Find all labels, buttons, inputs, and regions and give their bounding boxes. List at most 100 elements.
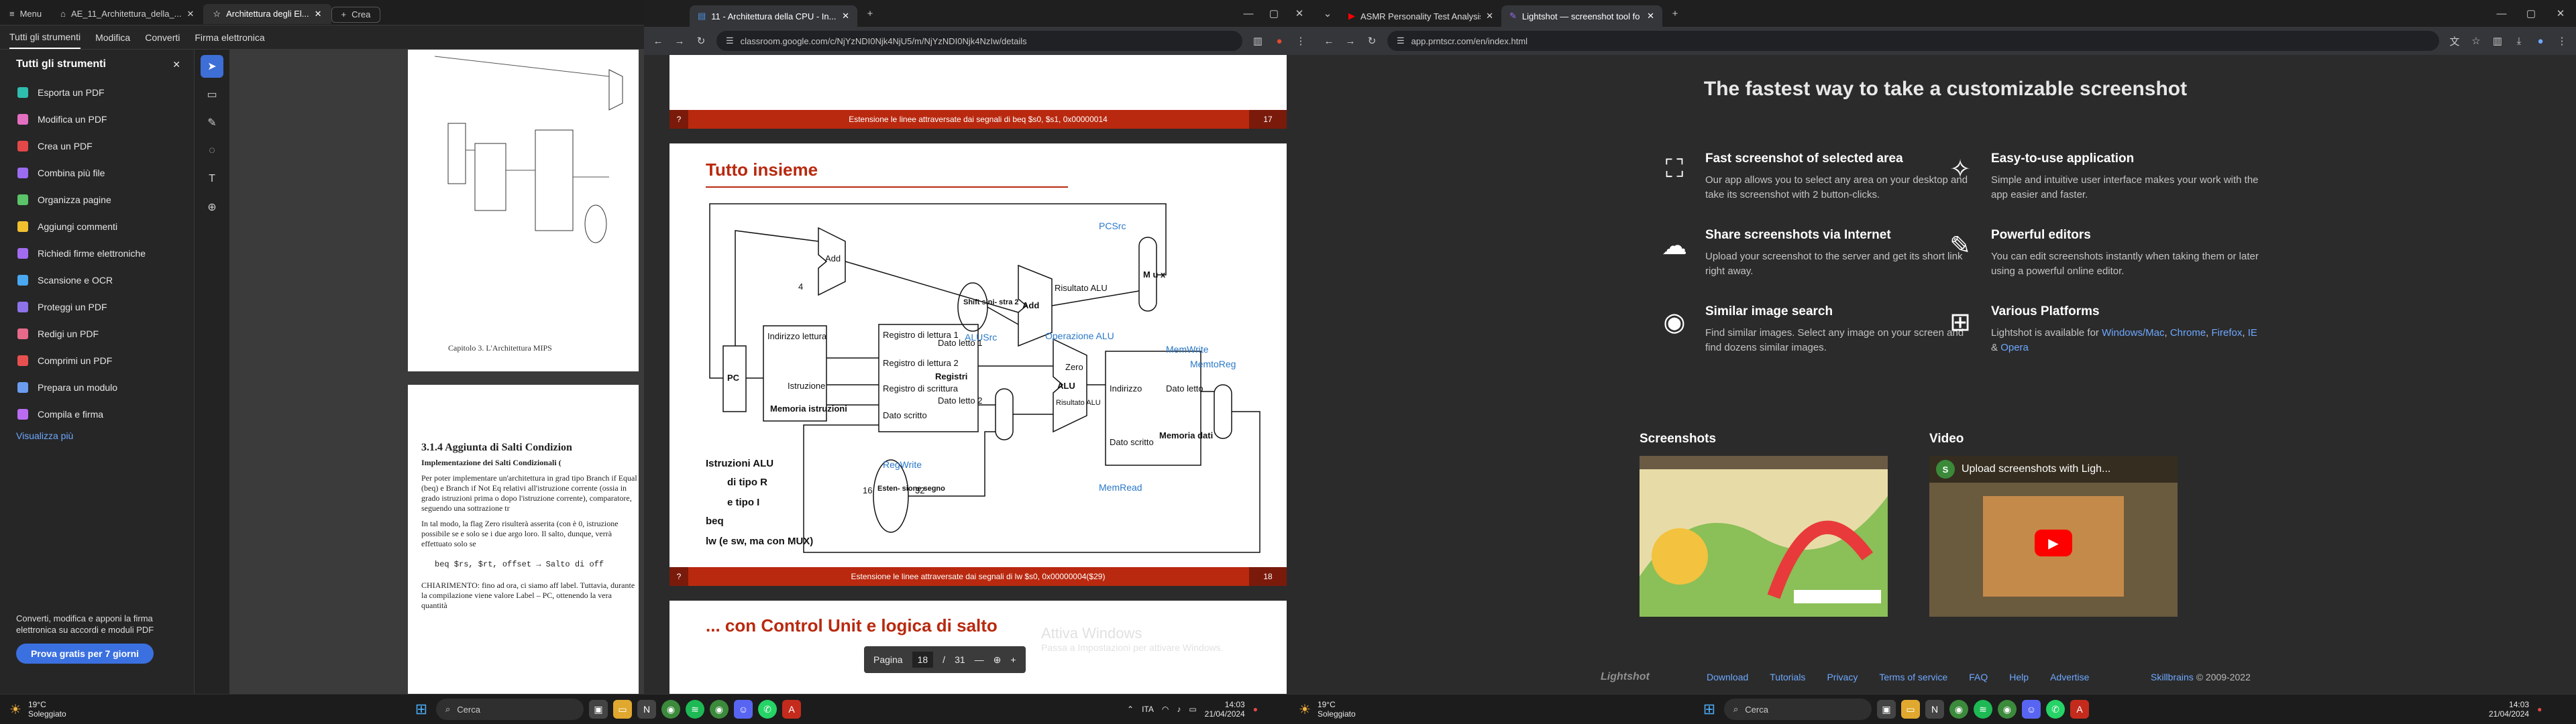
page-input[interactable]: 18 <box>912 652 934 668</box>
notification-icon[interactable]: ● <box>2537 705 2542 714</box>
play-icon[interactable]: ▶ <box>2035 530 2072 556</box>
back-icon[interactable]: ← <box>652 36 664 47</box>
notion-icon[interactable]: N <box>1925 700 1944 719</box>
extensions-icon[interactable]: ▥ <box>2491 35 2504 47</box>
text-tool-icon[interactable]: T <box>201 168 223 190</box>
footer-link[interactable]: FAQ <box>1969 672 1988 682</box>
platform-link[interactable]: IE <box>2248 327 2257 339</box>
weather-widget[interactable]: ☀ 19°C Soleggiato <box>9 700 66 719</box>
maximize-icon[interactable]: ▢ <box>1268 7 1280 19</box>
profile-icon[interactable]: ● <box>2534 36 2546 47</box>
select-tool-icon[interactable]: ➤ <box>201 55 223 78</box>
footer-link[interactable]: Terms of service <box>1879 672 1947 682</box>
wifi-icon[interactable]: ◠ <box>1162 705 1169 714</box>
menu-convert[interactable]: Converti <box>145 32 180 43</box>
sidebar-item[interactable]: Crea un PDF <box>0 133 194 160</box>
tab-classroom[interactable]: ▤ 11 - Architettura della CPU - In... ✕ <box>690 5 857 27</box>
trial-button[interactable]: Prova gratis per 7 giorni <box>16 644 154 664</box>
maximize-icon[interactable]: ▢ <box>2525 7 2537 19</box>
screenshot-thumbnail[interactable] <box>1640 456 1888 617</box>
weather-widget[interactable]: ☀ 19°C Soleggiato <box>1299 700 1356 719</box>
chrome-icon[interactable]: ◉ <box>661 700 680 719</box>
address-bar[interactable]: ☰ app.prntscr.com/en/index.html <box>1387 31 2439 51</box>
sidebar-item[interactable]: Comprimi un PDF <box>0 347 194 374</box>
forward-icon[interactable]: → <box>674 36 686 47</box>
menu-e-sign[interactable]: Firma elettronica <box>195 32 264 43</box>
show-more-link[interactable]: Visualizza più <box>0 428 194 444</box>
platform-link[interactable]: Windows/Mac <box>2102 327 2164 339</box>
tab-document-1[interactable]: ⌂ AE_11_Architettura_della_... ✕ <box>51 4 203 24</box>
close-icon[interactable]: ✕ <box>1486 11 1493 21</box>
battery-icon[interactable]: ▭ <box>1189 705 1196 714</box>
back-icon[interactable]: ← <box>1323 36 1335 47</box>
stamp-icon[interactable]: ⊕ <box>201 196 223 219</box>
zoom-out-icon[interactable]: — <box>975 654 984 665</box>
sidebar-item[interactable]: Richiedi firme elettroniche <box>0 240 194 267</box>
tab-search-icon[interactable]: ⌄ <box>1322 7 1334 19</box>
site-info-icon[interactable]: ☰ <box>726 36 734 46</box>
slides-viewer[interactable]: ? Estensione le linee attraversate dai s… <box>644 55 1315 694</box>
forward-icon[interactable]: → <box>1344 36 1356 47</box>
windows-start-icon[interactable]: ⊞ <box>412 700 431 719</box>
create-button[interactable]: + Crea <box>331 6 381 23</box>
file-explorer-icon[interactable]: ▭ <box>613 700 632 719</box>
sidebar-item[interactable]: Esporta un PDF <box>0 79 194 106</box>
close-icon[interactable]: ✕ <box>315 9 322 19</box>
menu-edit[interactable]: Modifica <box>95 32 130 43</box>
language-indicator[interactable]: ITA <box>1142 705 1154 714</box>
acrobat-icon[interactable]: A <box>782 700 801 719</box>
download-icon[interactable]: ⤓ <box>2513 36 2525 47</box>
bookmark-icon[interactable]: ☆ <box>2470 35 2482 47</box>
spotify-icon[interactable]: ≋ <box>1974 700 1992 719</box>
close-icon[interactable]: ✕ <box>187 9 195 19</box>
spotify-icon[interactable]: ≋ <box>686 700 704 719</box>
sidebar-item[interactable]: Organizza pagine <box>0 186 194 213</box>
sidebar-item[interactable]: Combina più file <box>0 160 194 186</box>
task-view-icon[interactable]: ▣ <box>1877 700 1896 719</box>
tab-document-2[interactable]: ☆ Architettura degli El... ✕ <box>203 3 331 24</box>
profile-icon[interactable]: ● <box>1273 36 1285 47</box>
taskbar-search[interactable]: ⌕ Cerca <box>436 699 584 720</box>
footer-link[interactable]: Help <box>2009 672 2029 682</box>
reload-icon[interactable]: ↻ <box>695 35 707 47</box>
sidebar-item[interactable]: Scansione e OCR <box>0 267 194 294</box>
menu-all-tools[interactable]: Tutti gli strumenti <box>9 26 81 49</box>
notification-icon[interactable]: ● <box>1253 705 1258 714</box>
pen-icon[interactable]: ✎ <box>201 111 223 134</box>
sidebar-item[interactable]: Aggiungi commenti <box>0 213 194 240</box>
menu-icon[interactable]: ⋮ <box>2556 35 2568 47</box>
taskbar-search[interactable]: ⌕ Cerca <box>1724 699 1872 720</box>
footer-link[interactable]: Advertise <box>2050 672 2089 682</box>
zoom-icon[interactable]: ⊕ <box>994 654 1002 666</box>
tab-asmr[interactable]: ▶ ASMR Personality Test Analysis ✕ <box>1340 5 1501 27</box>
acrobat-icon[interactable]: A <box>2070 700 2089 719</box>
windows-start-icon[interactable]: ⊞ <box>1700 700 1719 719</box>
footer-link[interactable]: Privacy <box>1827 672 1858 682</box>
new-tab-icon[interactable]: + <box>864 8 876 19</box>
video-player[interactable]: S Upload screenshots with Ligh... ▶ <box>1929 456 2178 617</box>
comment-icon[interactable]: ▭ <box>201 83 223 106</box>
extensions-icon[interactable]: ▥ <box>1252 35 1264 47</box>
skillbrains-link[interactable]: Skillbrains <box>2151 672 2194 682</box>
sidebar-item[interactable]: Compila e firma <box>0 401 194 428</box>
platform-link[interactable]: Chrome <box>2170 327 2206 339</box>
close-icon[interactable]: ✕ <box>842 11 849 21</box>
clock[interactable]: 14:03 21/04/2024 <box>1205 700 1245 719</box>
task-view-icon[interactable]: ▣ <box>589 700 608 719</box>
zoom-in-icon[interactable]: + <box>1010 654 1016 665</box>
discord-icon[interactable]: ☺ <box>734 700 753 719</box>
site-info-icon[interactable]: ☰ <box>1397 36 1405 46</box>
volume-icon[interactable]: ♪ <box>1177 705 1181 714</box>
sidebar-item[interactable]: Prepara un modulo <box>0 374 194 401</box>
chrome-icon[interactable]: ◉ <box>1998 700 2017 719</box>
address-bar[interactable]: ☰ classroom.google.com/c/NjYzNDI0Njk4NjU… <box>716 31 1242 51</box>
file-explorer-icon[interactable]: ▭ <box>1901 700 1920 719</box>
lasso-icon[interactable]: ◌ <box>201 139 223 162</box>
close-window-icon[interactable]: ✕ <box>1293 7 1305 19</box>
whatsapp-icon[interactable]: ✆ <box>2046 700 2065 719</box>
chrome-icon[interactable]: ◉ <box>1949 700 1968 719</box>
sidebar-item[interactable]: Modifica un PDF <box>0 106 194 133</box>
minimize-icon[interactable]: — <box>1242 8 1254 19</box>
chrome-icon[interactable]: ◉ <box>710 700 729 719</box>
platform-link[interactable]: Opera <box>2000 342 2029 353</box>
